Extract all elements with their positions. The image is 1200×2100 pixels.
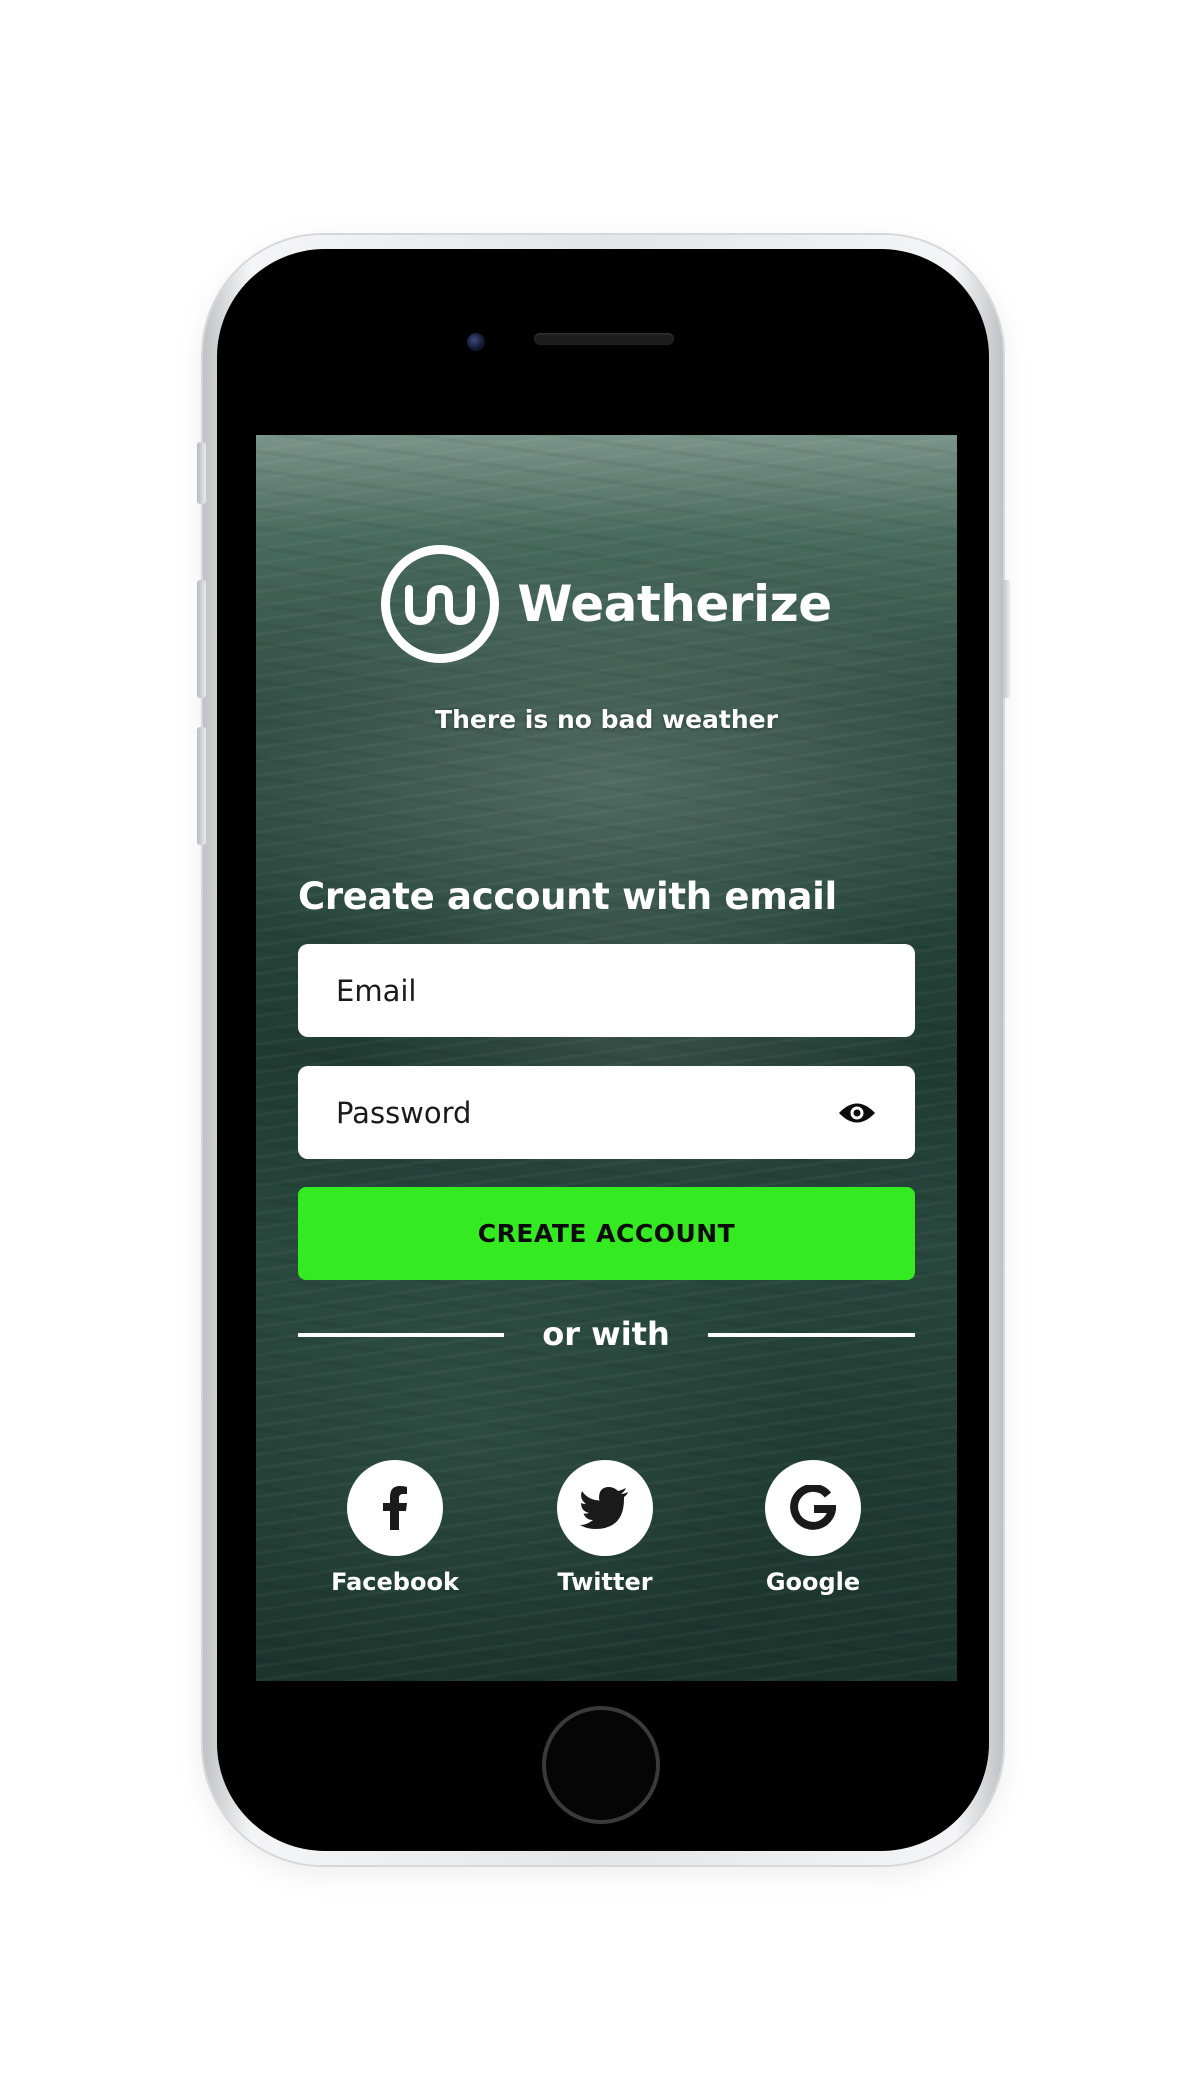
eye-icon[interactable]: [837, 1100, 877, 1126]
power-button: [1001, 580, 1010, 698]
password-field[interactable]: Password: [298, 1066, 915, 1159]
twitter-login[interactable]: Twitter: [530, 1460, 680, 1596]
volume-down-button: [197, 727, 206, 845]
twitter-icon: [580, 1487, 628, 1529]
email-field[interactable]: Email: [298, 944, 915, 1037]
home-button[interactable]: [542, 1706, 660, 1824]
google-button[interactable]: [765, 1460, 861, 1556]
brand-header: Weatherize: [256, 545, 957, 663]
facebook-login[interactable]: Facebook: [320, 1460, 470, 1596]
twitter-label: Twitter: [557, 1568, 653, 1596]
or-with-label: or with: [542, 1315, 670, 1353]
password-placeholder: Password: [336, 1095, 472, 1130]
facebook-label: Facebook: [331, 1568, 459, 1596]
divider-left: [298, 1333, 504, 1337]
google-icon: [790, 1485, 836, 1530]
divider-right: [708, 1333, 915, 1337]
front-camera: [467, 333, 485, 351]
brand-name: Weatherize: [517, 575, 832, 633]
google-label: Google: [765, 1568, 861, 1596]
email-placeholder: Email: [336, 973, 417, 1008]
earpiece-speaker: [534, 333, 674, 345]
google-login[interactable]: Google: [738, 1460, 888, 1596]
tagline: There is no bad weather: [435, 705, 778, 734]
form-heading: Create account with email: [298, 875, 837, 918]
twitter-button[interactable]: [557, 1460, 653, 1556]
logo-wave-glyph: [405, 585, 476, 625]
weatherize-logo-icon: [381, 545, 500, 663]
volume-up-button: [197, 580, 206, 698]
facebook-button[interactable]: [347, 1460, 443, 1556]
mute-switch: [197, 442, 206, 504]
facebook-icon: [383, 1486, 407, 1530]
create-account-button[interactable]: CREATE ACCOUNT: [298, 1187, 915, 1280]
app-screen: Weatherize There is no bad weather Creat…: [256, 435, 957, 1681]
